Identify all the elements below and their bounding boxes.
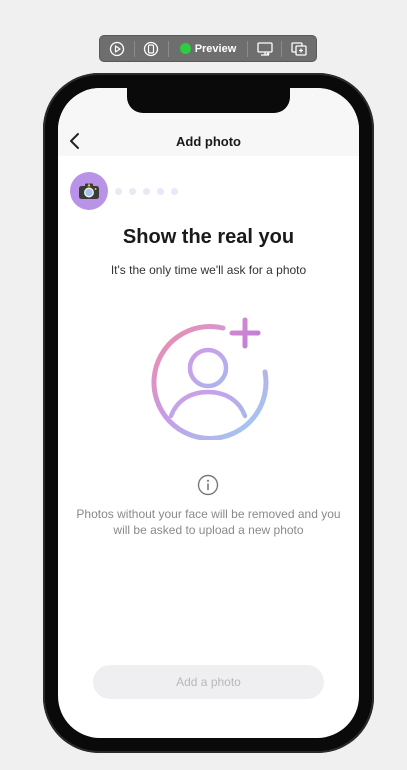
add-photo-button[interactable]: Add a photo: [93, 665, 324, 699]
step-dot: [129, 187, 136, 195]
phone-frame: Add photo Show the real you It's the onl…: [43, 73, 374, 753]
subtitle: It's the only time we'll ask for a photo: [110, 263, 307, 277]
step-dot: [143, 187, 150, 195]
status-dot: [179, 43, 191, 54]
monitor-icon: [257, 41, 273, 56]
device-button[interactable]: [140, 39, 163, 59]
step-current: [70, 172, 108, 210]
toolbar-divider: [133, 40, 135, 57]
step-dot: [115, 187, 122, 195]
preview-toggle[interactable]: Preview: [174, 39, 243, 59]
device-icon: [144, 41, 159, 56]
preview-toolbar: Preview: [99, 35, 317, 62]
play-icon: [110, 41, 125, 56]
phone-screen: Add photo Show the real you It's the onl…: [58, 88, 359, 738]
toolbar-divider: [167, 40, 169, 57]
photo-notice: Photos without your face will be removed…: [76, 507, 341, 537]
toolbar-divider: [281, 40, 283, 57]
page-title: Add photo: [176, 134, 241, 149]
add-profile-photo-icon: [151, 317, 269, 440]
step-progress: [70, 172, 178, 210]
phone-notch: [127, 88, 290, 113]
preview-stage: Preview Add photo Show the real you It's…: [0, 0, 407, 770]
play-button[interactable]: [106, 39, 129, 59]
preview-label: Preview: [194, 42, 237, 55]
info-icon: [197, 474, 219, 496]
step-dot: [171, 187, 178, 195]
toolbar-divider: [247, 40, 249, 57]
add-window-icon: [290, 41, 307, 56]
step-dot: [157, 187, 164, 195]
monitor-button[interactable]: [253, 39, 276, 59]
headline: Show the real you: [122, 226, 295, 248]
camera-icon: [79, 183, 99, 199]
add-window-button[interactable]: [287, 39, 310, 59]
